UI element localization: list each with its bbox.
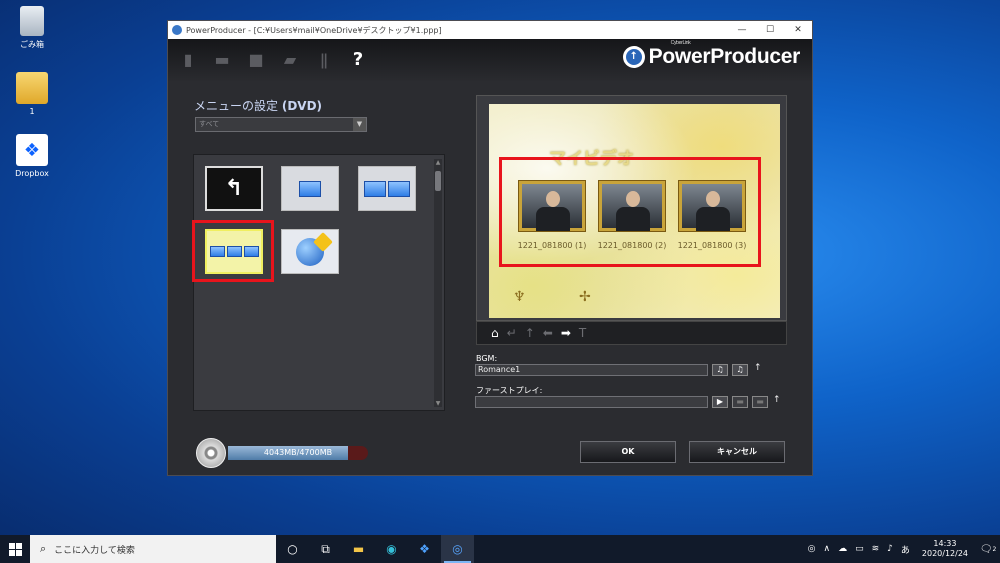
layout-filter-select[interactable]: すべて ▼ — [195, 117, 367, 132]
add-video-icon[interactable]: ▶ — [712, 396, 728, 408]
onedrive-icon[interactable]: ☁ — [838, 544, 847, 554]
layout-tile — [364, 180, 386, 197]
right-arrow-icon[interactable]: ➡ — [561, 326, 571, 340]
return-icon[interactable]: ↵ — [507, 326, 517, 340]
first-play-label: ファーストプレイ: — [476, 386, 543, 395]
dropbox-taskbar-icon[interactable]: ❖ — [408, 535, 441, 563]
panel-title: メニューの設定 (DVD) — [194, 97, 322, 114]
wifi-icon[interactable]: ≋ — [872, 544, 880, 554]
scroll-up-icon[interactable]: ▲ — [434, 159, 442, 166]
preview-nav-bar: ⌂ ↵ ↑ ⬅ ➡ T — [476, 321, 787, 345]
first-play-apply-arrow-icon[interactable]: ↑ — [773, 395, 781, 405]
ime-indicator[interactable]: あ — [901, 543, 910, 556]
layout-thumb-back[interactable]: ↰ — [205, 166, 263, 211]
taskbar-search[interactable]: ⌕ ここに入力して検索 — [30, 535, 276, 563]
chevron-down-icon[interactable]: ▼ — [353, 118, 366, 131]
folder-icon — [16, 72, 48, 104]
desktop-icon-label: ごみ箱 — [20, 40, 44, 49]
filter-value: すべて — [199, 120, 220, 128]
settings-icon[interactable]: ǁ — [314, 50, 334, 70]
edge-icon[interactable]: ◉ — [375, 535, 408, 563]
save-icon[interactable]: ■ — [246, 50, 266, 70]
desktop-icon-label: Dropbox — [15, 169, 49, 178]
scrollbar-thumb[interactable] — [435, 171, 441, 191]
layouts-scrollbar[interactable]: ▲ ▼ — [434, 159, 442, 407]
edit-video-icon[interactable]: ▬ — [732, 396, 748, 408]
layout-thumb-more[interactable] — [281, 229, 339, 274]
windows-logo-icon — [8, 542, 22, 556]
app-icon — [172, 25, 182, 35]
desktop-icon-label: 1 — [29, 107, 35, 116]
highlight-box-layout — [192, 220, 274, 282]
disc-capacity-bar: 4043MB/4700MB — [228, 446, 368, 460]
powerproducer-window: PowerProducer - [C:¥Users¥mail¥OneDrive¥… — [167, 20, 813, 476]
file-explorer-icon[interactable]: ▬ — [342, 535, 375, 563]
save-as-icon[interactable]: ▰ — [280, 50, 300, 70]
cortana-icon[interactable]: ○ — [276, 535, 309, 563]
brand-logo: ↑ CyberLink PowerProducer — [622, 40, 801, 69]
taskbar: ⌕ ここに入力して検索 ○ ⧉ ▬ ◉ ❖ ◎ ◎ ∧ ☁ ▭ ≋ ♪ あ 14… — [0, 535, 1000, 563]
clock-time: 14:33 — [933, 539, 957, 548]
menu-home-ornament-icon[interactable]: ♆ — [513, 289, 526, 305]
notification-center-icon[interactable]: 🗨 2 — [976, 535, 1000, 563]
search-placeholder: ここに入力して検索 — [54, 545, 135, 556]
title-bar[interactable]: PowerProducer - [C:¥Users¥mail¥OneDrive¥… — [168, 21, 812, 39]
powerproducer-taskbar-icon[interactable]: ◎ — [441, 535, 474, 563]
brand-name: PowerProducer — [648, 45, 801, 68]
menu-next-ornament-icon[interactable]: ✢ — [579, 289, 591, 305]
recycle-bin-icon — [20, 6, 44, 36]
minimize-button[interactable]: — — [728, 25, 756, 35]
home-icon[interactable]: ⌂ — [491, 326, 499, 340]
bgm-label: BGM: — [476, 354, 498, 363]
remove-music-icon[interactable]: ♫ — [732, 364, 748, 376]
bgm-field[interactable]: Romance1 — [475, 364, 708, 376]
clock[interactable]: 14:33 2020/12/24 — [922, 539, 968, 559]
disc-icon — [196, 438, 226, 468]
search-icon: ⌕ — [40, 542, 47, 555]
chevron-up-icon[interactable]: ∧ — [823, 544, 830, 554]
desktop-icon-dropbox[interactable]: ❖ Dropbox — [10, 134, 54, 178]
maximize-button[interactable]: ☐ — [756, 25, 784, 35]
scroll-down-icon[interactable]: ▼ — [434, 400, 442, 407]
system-tray: ◎ ∧ ☁ ▭ ≋ ♪ あ 14:33 2020/12/24 🗨 2 — [804, 535, 1000, 563]
layout-tile — [299, 180, 321, 197]
notification-count: 2 — [992, 545, 997, 553]
desktop-icon-folder[interactable]: 1 — [10, 72, 54, 116]
battery-icon[interactable]: ▭ — [855, 544, 864, 554]
panel-title-suffix: (DVD) — [281, 99, 323, 113]
help-icon[interactable]: ? — [348, 50, 368, 70]
dropbox-icon: ❖ — [16, 134, 48, 166]
left-arrow-icon[interactable]: ⬅ — [543, 326, 553, 340]
window-title: PowerProducer - [C:¥Users¥mail¥OneDrive¥… — [186, 25, 442, 35]
back-arrow-icon: ↰ — [224, 176, 244, 201]
powerproducer-logo-icon: ↑ — [622, 46, 645, 68]
layout-thumb-1[interactable] — [281, 166, 339, 211]
toolbar: ▮ ▬ ■ ▰ ǁ ? ↑ CyberLink PowerProducer — [168, 39, 812, 81]
volume-icon[interactable]: ♪ — [887, 544, 893, 554]
task-view-icon[interactable]: ⧉ — [309, 535, 342, 563]
bgm-apply-arrow-icon[interactable]: ↑ — [754, 363, 762, 373]
highlight-box-clips — [499, 157, 761, 267]
globe-icon — [296, 237, 324, 266]
panel-title-text: メニューの設定 — [194, 99, 279, 113]
preview-video-icon[interactable]: ▬ — [752, 396, 768, 408]
start-button[interactable] — [0, 535, 30, 563]
open-folder-icon[interactable]: ▬ — [212, 50, 232, 70]
layouts-panel: ↰ — [193, 154, 445, 411]
first-play-field[interactable] — [475, 396, 708, 408]
close-button[interactable]: ✕ — [784, 25, 812, 35]
ok-button[interactable]: OK — [580, 441, 676, 463]
cancel-button[interactable]: キャンセル — [689, 441, 785, 463]
layout-tile — [388, 180, 410, 197]
brand-small-text: CyberLink — [670, 40, 691, 46]
text-tool-icon[interactable]: T — [579, 326, 586, 340]
new-file-icon[interactable]: ▮ — [178, 50, 198, 70]
add-music-icon[interactable]: ♫ — [712, 364, 728, 376]
capacity-text: 4043MB/4700MB — [263, 448, 333, 457]
powerproducer-tray-icon[interactable]: ◎ — [808, 544, 816, 554]
up-arrow-icon[interactable]: ↑ — [525, 326, 535, 340]
desktop-icon-recycle-bin[interactable]: ごみ箱 — [10, 6, 54, 50]
clock-date: 2020/12/24 — [921, 549, 968, 558]
layout-thumb-2[interactable] — [358, 166, 416, 211]
